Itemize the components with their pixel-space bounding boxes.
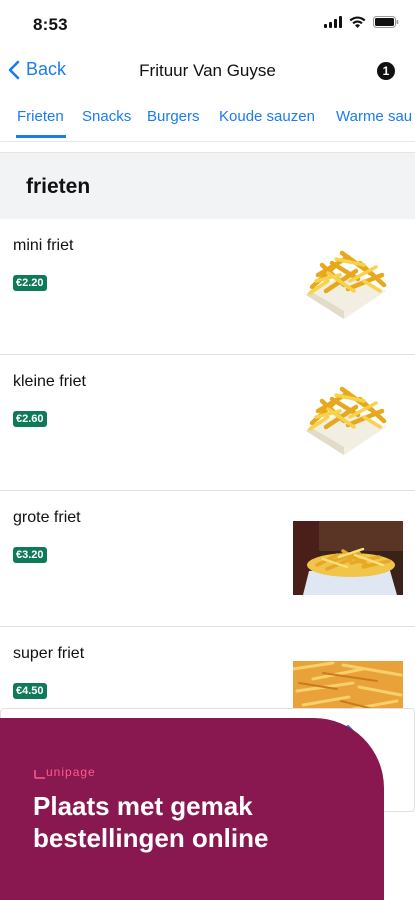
tab-frieten[interactable]: Frieten	[17, 108, 64, 125]
fries-tray-image	[306, 250, 387, 319]
fries-tray-image	[306, 386, 387, 455]
category-tabs: Frieten Snacks Burgers Koude sauzen Warm…	[0, 95, 415, 142]
menu-item[interactable]: grote friet €3.20	[0, 491, 415, 627]
tab-warme-sauzen[interactable]: Warme sau	[336, 108, 412, 125]
nav-bar: Back Frituur Van Guyse 1	[0, 48, 415, 94]
promo-brand-name: unipage	[46, 765, 96, 779]
section-header: frieten	[0, 152, 415, 220]
status-icons	[324, 16, 399, 28]
tab-snacks[interactable]: Snacks	[82, 108, 131, 125]
active-tab-indicator	[16, 135, 66, 138]
wifi-icon	[349, 16, 366, 28]
tab-koude-sauzen[interactable]: Koude sauzen	[219, 108, 315, 125]
fries-photo-image	[293, 521, 403, 595]
item-name: mini friet	[13, 237, 74, 254]
price-badge: €3.20	[13, 547, 47, 563]
promo-headline-line1: Plaats met gemak	[33, 791, 253, 821]
item-name: super friet	[13, 645, 85, 662]
page-title: Frituur Van Guyse	[139, 61, 276, 80]
status-bar: 8:53	[0, 0, 415, 48]
tab-burgers[interactable]: Burgers	[147, 108, 200, 125]
signal-icon	[324, 16, 342, 28]
section-title: frieten	[26, 175, 91, 198]
menu-item[interactable]: kleine friet €2.60	[0, 355, 415, 491]
promo-brand-logo: unipage	[34, 765, 96, 779]
cart-count-badge[interactable]: 1	[377, 62, 395, 80]
brand-mark-icon	[34, 770, 45, 779]
item-name: grote friet	[13, 509, 81, 526]
status-time: 8:53	[33, 15, 68, 34]
price-badge: €2.20	[13, 275, 47, 291]
promo-banner[interactable]: unipage Plaats met gemak bestellingen on…	[0, 718, 384, 900]
item-name: kleine friet	[13, 373, 86, 390]
battery-icon	[373, 16, 399, 28]
menu-item[interactable]: mini friet €2.20	[0, 219, 415, 355]
price-badge: €4.50	[13, 683, 47, 699]
price-badge: €2.60	[13, 411, 47, 427]
promo-headline: Plaats met gemak bestellingen online	[33, 790, 268, 854]
promo-headline-line2: bestellingen online	[33, 823, 269, 853]
